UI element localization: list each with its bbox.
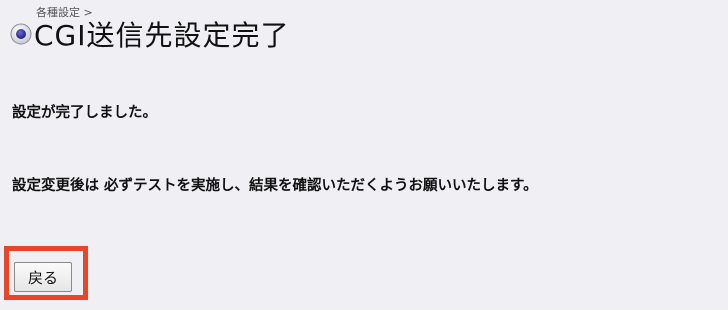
completion-message: 設定が完了しました。 — [12, 105, 157, 121]
page-title: CGI送信先設定完了 — [34, 19, 290, 52]
notice-message: 設定変更後は 必ずテストを実施し、結果を確認いただくようお願いいたします。 — [12, 178, 538, 194]
breadcrumb: 各種設定 > — [36, 6, 93, 19]
radio-selected-icon — [10, 23, 32, 45]
back-button[interactable]: 戻る — [14, 262, 72, 292]
